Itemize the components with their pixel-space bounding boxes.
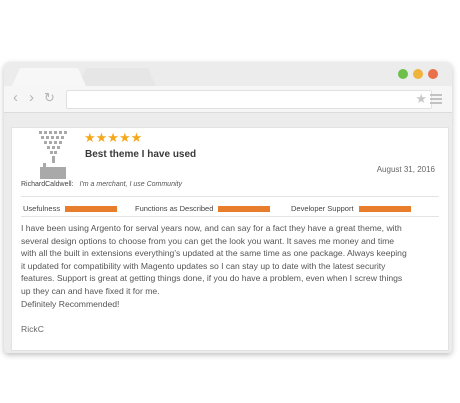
review-date: August 31, 2016 — [376, 165, 435, 174]
author-name: RichardCaldwell: — [21, 181, 74, 188]
star-icon[interactable]: ★ — [415, 91, 427, 107]
chevron-right-icon[interactable]: › — [29, 90, 34, 106]
review-body-line: features. Support is great at getting th… — [21, 273, 403, 284]
window-button-green[interactable] — [398, 69, 408, 79]
review-body-line: with all the built in extensions everyth… — [21, 248, 407, 259]
criterion-rating-bar — [218, 205, 271, 212]
review-body: I have been using Argento for serval yea… — [21, 222, 445, 310]
page-content: ★★★★★ Best theme I have used August 31, … — [11, 127, 449, 351]
review-author: RichardCaldwell: I'm a merchant, I use C… — [21, 181, 182, 188]
avatar — [39, 131, 67, 179]
review-body-line: I have been using Argento for serval yea… — [21, 223, 402, 233]
review-body-line: up they can and have fixed it for me. — [21, 285, 160, 296]
review-body-line: Definitely Recommended! — [21, 298, 120, 309]
reload-icon[interactable]: ↻ — [44, 90, 55, 106]
review-signature: RickC — [21, 324, 44, 334]
browser-tab-inactive[interactable] — [78, 68, 156, 86]
chevron-left-icon[interactable]: ‹ — [13, 90, 18, 106]
criterion-rating-bar — [65, 205, 118, 212]
browser-tab-active[interactable] — [12, 68, 86, 86]
hamburger-menu-icon[interactable] — [430, 94, 442, 106]
review-title: Best theme I have used — [85, 149, 197, 160]
criterion-developer-support: Developer Support — [291, 204, 411, 213]
divider — [21, 216, 439, 217]
author-detail: I'm a merchant, I use Community — [79, 181, 182, 188]
window-controls — [398, 69, 438, 79]
criterion-label: Developer Support — [291, 204, 354, 213]
criterion-rating-bar — [358, 205, 411, 212]
criterion-label: Functions as Described — [135, 204, 214, 213]
rating-stars: ★★★★★ — [84, 130, 143, 145]
divider — [21, 196, 439, 197]
review-body-line: it updated for compatibility with Magent… — [21, 260, 386, 271]
window-button-yellow[interactable] — [413, 69, 423, 79]
browser-toolbar: ‹ › ↻ ★ — [4, 86, 452, 113]
criterion-usefulness: Usefulness — [23, 204, 118, 213]
tab-bar — [4, 62, 452, 86]
criterion-label: Usefulness — [23, 204, 61, 213]
review-body-line: several design options to choose from yo… — [21, 235, 395, 246]
browser-window: ‹ › ↻ ★ ★★★★★ Best theme I have used Aug… — [4, 62, 452, 353]
address-bar[interactable]: ★ — [66, 90, 432, 109]
criterion-functions: Functions as Described — [135, 204, 271, 213]
window-button-red[interactable] — [428, 69, 438, 79]
